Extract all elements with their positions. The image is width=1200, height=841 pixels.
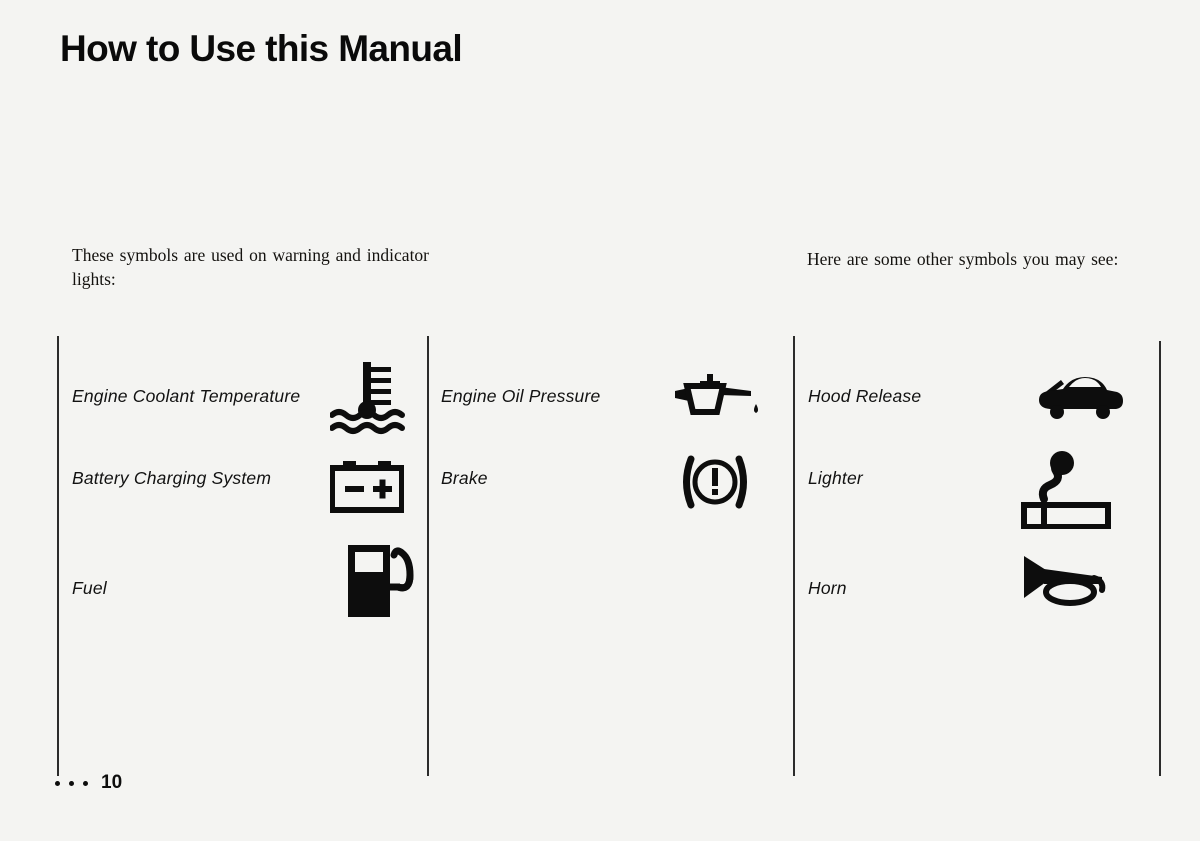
column-divider-4 (1159, 341, 1161, 776)
brake-warning-icon (679, 454, 751, 510)
hood-release-car-icon (1033, 370, 1125, 422)
cigarette-lighter-icon (1020, 451, 1112, 529)
symbol-label: Fuel (72, 578, 107, 598)
footer-dot (83, 780, 88, 786)
symbol-row-hood-release: Hood Release (808, 384, 921, 409)
symbol-label: Engine Coolant Temperature (72, 386, 301, 406)
symbol-row-engine-coolant-temperature: Engine Coolant Temperature (72, 384, 300, 409)
symbol-row-brake: Brake (441, 466, 488, 491)
symbol-label: Engine Oil Pressure (441, 386, 601, 406)
symbol-label: Battery Charging System (72, 468, 272, 488)
fuel-pump-icon (344, 541, 414, 621)
symbol-row-lighter: Lighter (808, 466, 863, 491)
horn-icon (1020, 552, 1108, 608)
symbol-label: Horn (808, 578, 847, 598)
symbol-label: Lighter (808, 468, 863, 488)
column-divider-2 (427, 336, 429, 776)
battery-charging-icon (330, 461, 404, 513)
oil-can-icon (673, 374, 765, 424)
intro-text-other-symbols: Here are some other symbols you may see: (807, 249, 1119, 269)
page-title: How to Use this Manual (60, 28, 463, 69)
symbol-row-engine-oil-pressure: Engine Oil Pressure (441, 384, 600, 409)
footer-dot (55, 780, 60, 786)
symbol-row-fuel: Fuel (72, 576, 107, 601)
intro-text-warning-lights: These symbols are used on warning and in… (72, 245, 430, 289)
symbol-label: Hood Release (808, 386, 922, 406)
column-divider-1 (57, 336, 59, 776)
footer-dot (69, 780, 74, 786)
footer-page-indicator: 10 (55, 772, 122, 794)
coolant-temperature-icon (330, 358, 408, 436)
symbol-label: Brake (441, 468, 488, 488)
symbol-row-horn: Horn (808, 576, 847, 601)
page-number: 10 (101, 772, 123, 793)
symbol-row-battery-charging-system: Battery Charging System (72, 466, 271, 491)
column-divider-3 (793, 336, 795, 776)
manual-page: How to Use this Manual These symbols are… (0, 0, 1200, 841)
